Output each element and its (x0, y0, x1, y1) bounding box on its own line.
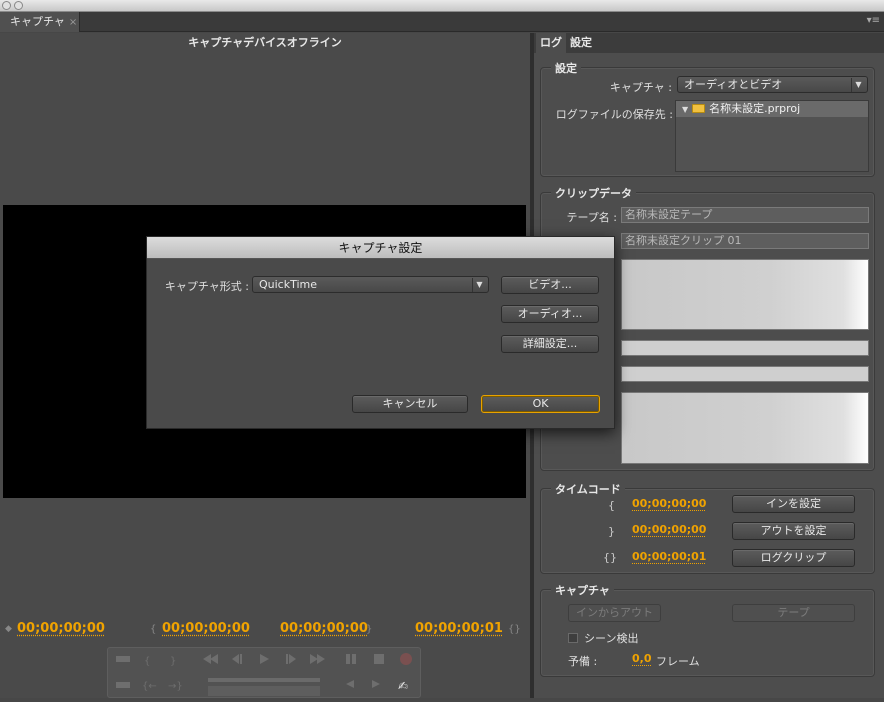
in-to-out-button[interactable]: インからアウト (568, 604, 661, 622)
minimize-window-icon[interactable] (14, 1, 23, 10)
capture-mode-select[interactable]: オーディオとビデオ ▼ (677, 76, 868, 93)
tape-name-field[interactable]: 名称未設定テープ (621, 207, 869, 223)
go-in-icon: { (144, 656, 150, 667)
device-status: キャプチャデバイスオフライン (188, 36, 342, 49)
chevron-down-icon: ▼ (472, 278, 486, 292)
scene-detect-label: シーン検出 (584, 632, 639, 645)
fast-forward-icon (310, 654, 318, 664)
audio-settings-button[interactable]: オーディオ... (501, 305, 599, 323)
in-timecode[interactable]: 00;00;00;00 (162, 621, 250, 636)
disclosure-triangle-icon[interactable]: ▼ (682, 105, 688, 114)
timecode-group-title: タイムコード (551, 481, 625, 497)
capture-group-title: キャプチャ (551, 582, 614, 598)
comment-field[interactable] (621, 392, 869, 464)
out-timecode[interactable]: 00;00;00;00 (280, 621, 368, 636)
transport-icons: { } {← →} ✍ (116, 653, 412, 696)
chevron-down-icon: ▼ (851, 78, 865, 92)
log-clip-button[interactable]: ログクリップ (732, 549, 855, 567)
tape-name-label: テープ名 : (566, 211, 617, 224)
stop-icon (374, 654, 384, 664)
advanced-settings-button[interactable]: 詳細設定... (501, 335, 599, 353)
duration-point-timecode[interactable]: 00;00;00;01 (632, 550, 706, 563)
scene-search-icon: ✍ (398, 679, 408, 693)
panel-tabbar (0, 12, 884, 32)
tab-capture[interactable]: キャプチャ × (0, 12, 80, 32)
scene-detect-row[interactable]: シーン検出 (568, 630, 638, 646)
close-tab-icon[interactable]: × (69, 17, 77, 28)
rewind-icon (203, 654, 211, 664)
out-point-timecode[interactable]: 00;00;00;00 (632, 523, 706, 536)
shuttle-slider (208, 678, 320, 682)
next-scene-icon (372, 680, 380, 688)
record-icon (400, 653, 412, 665)
dialog-title: キャプチャ設定 (147, 237, 614, 259)
play-icon (260, 654, 269, 664)
right-tabs: ログ 設定 (534, 33, 884, 53)
log-location-label: ログファイルの保存先 : (555, 108, 673, 121)
capture-format-select[interactable]: QuickTime ▼ (252, 276, 489, 293)
capture-label: キャプチャ : (609, 81, 672, 94)
tab-capture-label: キャプチャ (10, 15, 65, 28)
go-out-icon: } (170, 656, 176, 667)
video-settings-button[interactable]: ビデオ... (501, 276, 599, 294)
handles-value[interactable]: 0,0 (632, 652, 652, 665)
in-point-timecode[interactable]: 00;00;00;00 (632, 497, 706, 510)
duration-mark-icon: {} (603, 551, 617, 564)
duration-mark: {} (508, 624, 521, 635)
folder-icon (692, 104, 706, 113)
transport-controls: { } {← →} ✍ (107, 647, 421, 698)
clip-name-field[interactable]: 名称未設定クリップ 01 (621, 233, 869, 249)
set-in-icon (116, 656, 130, 662)
description-field[interactable] (621, 259, 869, 330)
current-timecode[interactable]: 00;00;00;00 (17, 621, 105, 636)
scene-detect-checkbox[interactable] (568, 633, 578, 643)
settings-group-title: 設定 (551, 60, 581, 76)
svg-text:→}: →} (168, 681, 183, 692)
svg-text:{←: {← (142, 681, 157, 692)
capture-settings-dialog: キャプチャ設定 キャプチャ形式 : QuickTime ▼ ビデオ... オーデ… (146, 236, 615, 429)
jog-wheel (208, 686, 320, 696)
ok-button[interactable]: OK (481, 395, 600, 413)
set-in-button[interactable]: インを設定 (732, 495, 855, 513)
prev-scene-icon (346, 680, 354, 688)
tape-button[interactable]: テープ (732, 604, 855, 622)
capture-mode-value: オーディオとビデオ (684, 78, 783, 91)
capture-format-label: キャプチャ形式 : (164, 280, 249, 293)
log-location-item[interactable]: ▼ 名称未設定.prproj (676, 101, 868, 117)
cancel-button[interactable]: キャンセル (352, 395, 468, 413)
tab-log[interactable]: ログ (536, 33, 566, 53)
pause-icon (346, 654, 350, 664)
scene-field[interactable] (621, 340, 869, 356)
window-titlebar (0, 0, 884, 12)
in-point-mark: { (150, 624, 157, 635)
panel-menu-icon[interactable]: ▾≡ (867, 14, 880, 28)
out-mark-icon: } (608, 525, 615, 538)
log-location-value: 名称未設定.prproj (709, 102, 801, 115)
shot-take-field[interactable] (621, 366, 869, 382)
step-forward-icon (286, 654, 288, 664)
in-mark-icon: { (608, 499, 615, 512)
clip-data-title: クリップデータ (551, 185, 636, 201)
handles-unit: フレーム (656, 655, 700, 668)
step-back-icon (232, 654, 239, 664)
playhead-icon: ◆ (5, 624, 12, 634)
capture-format-value: QuickTime (259, 278, 318, 291)
duration-timecode[interactable]: 00;00;00;01 (415, 621, 503, 636)
close-window-icon[interactable] (2, 1, 11, 10)
set-out-button[interactable]: アウトを設定 (732, 522, 855, 540)
tab-settings[interactable]: 設定 (566, 33, 596, 53)
out-point-mark: } (366, 624, 373, 635)
shuttle-left-icon (116, 682, 130, 688)
handles-label: 予備 : (568, 655, 598, 668)
